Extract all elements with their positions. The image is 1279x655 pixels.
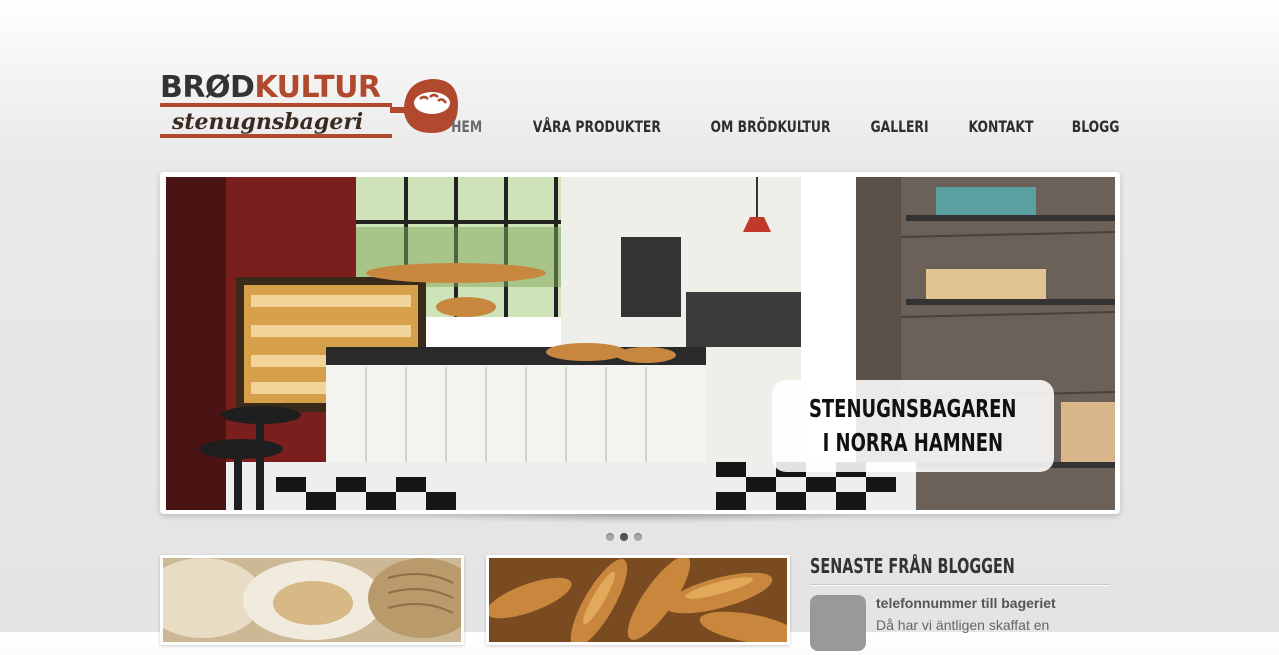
bread-loaves-image xyxy=(163,558,461,642)
logo-subtitle: stenugnsbageri xyxy=(172,109,364,135)
hero-slider[interactable]: STENUGNSBAGAREN I NORRA HAMNEN xyxy=(160,172,1120,514)
caption-line-1: STENUGNSBAGAREN xyxy=(809,394,1017,423)
blog-post-thumbnail[interactable] xyxy=(810,595,866,651)
logo-title-part1: BRØD xyxy=(160,70,255,105)
baguettes-image xyxy=(489,558,787,642)
blog-heading: SENASTE FRÅN BLOGGEN xyxy=(810,554,1015,578)
slider-dot-2[interactable] xyxy=(620,533,628,541)
nav-item-om-brodkultur[interactable]: OM BRÖDKULTUR xyxy=(711,117,831,136)
blog-section: SENASTE FRÅN BLOGGEN telefonnummer till … xyxy=(810,552,1110,655)
logo-title-part2: KULTUR xyxy=(254,70,381,105)
nav-item-blogg[interactable]: BLOGG xyxy=(1071,117,1119,136)
slider-pagination xyxy=(606,533,642,541)
slide-caption: STENUGNSBAGAREN I NORRA HAMNEN xyxy=(772,380,1054,472)
slide-image: STENUGNSBAGAREN I NORRA HAMNEN xyxy=(166,177,1115,510)
caption-line-2: I NORRA HAMNEN xyxy=(822,428,1004,457)
main-nav: HEM VÅRA PRODUKTER OM BRÖDKULTUR GALLERI… xyxy=(446,117,1119,136)
nav-item-vara-produkter[interactable]: VÅRA PRODUKTER xyxy=(533,117,661,136)
logo-bar-bottom xyxy=(160,134,392,138)
blog-post[interactable]: telefonnummer till bageriet Då har vi än… xyxy=(810,595,1110,655)
nav-item-galleri[interactable]: GALLERI xyxy=(870,117,928,136)
slider-dot-3[interactable] xyxy=(634,533,642,541)
logo[interactable]: BRØDKULTUR stenugnsbageri xyxy=(160,72,460,140)
nav-item-kontakt[interactable]: KONTAKT xyxy=(969,117,1034,136)
blog-post-excerpt: Då har vi äntligen skaffat en xyxy=(876,617,1050,633)
blog-divider xyxy=(810,584,1110,585)
blog-post-title[interactable]: telefonnummer till bageriet xyxy=(876,595,1056,611)
logo-title: BRØDKULTUR xyxy=(160,72,381,104)
slider-dot-1[interactable] xyxy=(606,533,614,541)
nav-item-hem[interactable]: HEM xyxy=(451,117,482,136)
slider-shadow xyxy=(400,514,880,524)
